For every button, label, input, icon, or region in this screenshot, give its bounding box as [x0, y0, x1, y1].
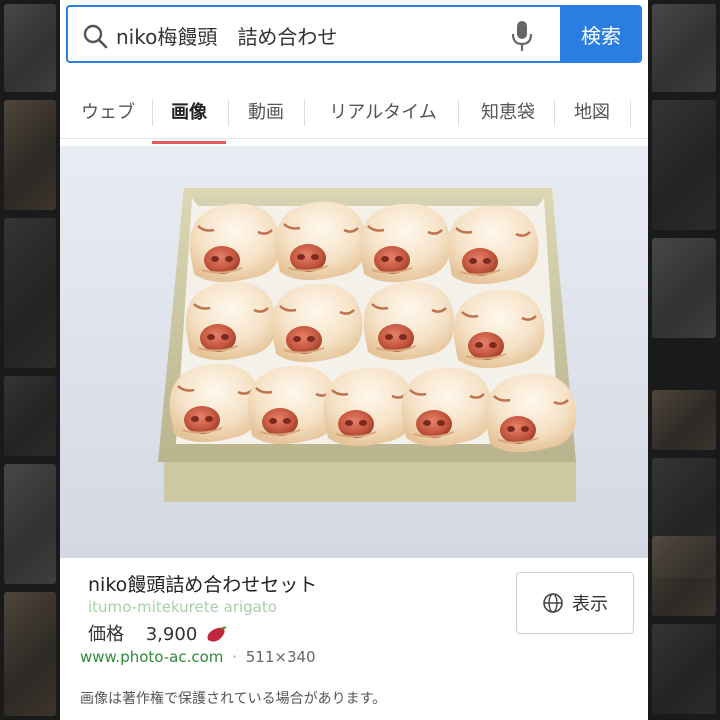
- background-left-strip: [0, 0, 60, 720]
- tab-web[interactable]: ウェブ: [66, 88, 150, 138]
- result-title[interactable]: niko饅頭詰め合わせセット: [88, 570, 317, 597]
- sweet-potato-icon: [207, 626, 227, 642]
- copyright-notice: 画像は著作権で保護されている場合があります。: [80, 691, 387, 707]
- result-subtitle: itumo-mitekurete arigato: [88, 598, 277, 616]
- search-icon: [83, 24, 108, 49]
- background-right-strip: [648, 0, 720, 720]
- price-label: 価格: [88, 624, 124, 645]
- search-input[interactable]: [116, 17, 496, 53]
- result-image[interactable]: [60, 146, 648, 558]
- mic-icon[interactable]: [510, 19, 534, 53]
- price-row: 価格 3,900: [88, 620, 227, 646]
- separator-dot: ·: [232, 648, 237, 666]
- source-url[interactable]: www.photo-ac.com: [80, 648, 223, 666]
- tab-videos[interactable]: 動画: [230, 88, 302, 138]
- search-tabs: ウェブ 画像 動画 リアルタイム 知恵袋 地図: [60, 88, 648, 144]
- image-size: 511×340: [245, 648, 316, 666]
- search-bar: 検索: [66, 5, 642, 65]
- result-details: niko饅頭詰め合わせセット itumo-mitekurete arigato …: [60, 558, 648, 720]
- search-box[interactable]: [66, 5, 560, 63]
- tab-chiebukuro[interactable]: 知恵袋: [462, 88, 554, 138]
- image-search-panel: 検索 ウェブ 画像 動画 リアルタイム 知恵袋 地図: [60, 0, 648, 720]
- view-button-label: 表示: [572, 594, 608, 615]
- tab-images[interactable]: 画像: [152, 88, 226, 144]
- price-value: 3,900: [145, 624, 198, 645]
- tab-map[interactable]: 地図: [556, 88, 628, 138]
- manju-box-illustration: [158, 188, 578, 502]
- view-button[interactable]: 表示: [516, 572, 634, 634]
- source-row: www.photo-ac.com · 511×340: [80, 648, 316, 666]
- globe-icon: [543, 593, 563, 613]
- search-button[interactable]: 検索: [560, 5, 642, 63]
- tab-realtime[interactable]: リアルタイム: [308, 88, 458, 138]
